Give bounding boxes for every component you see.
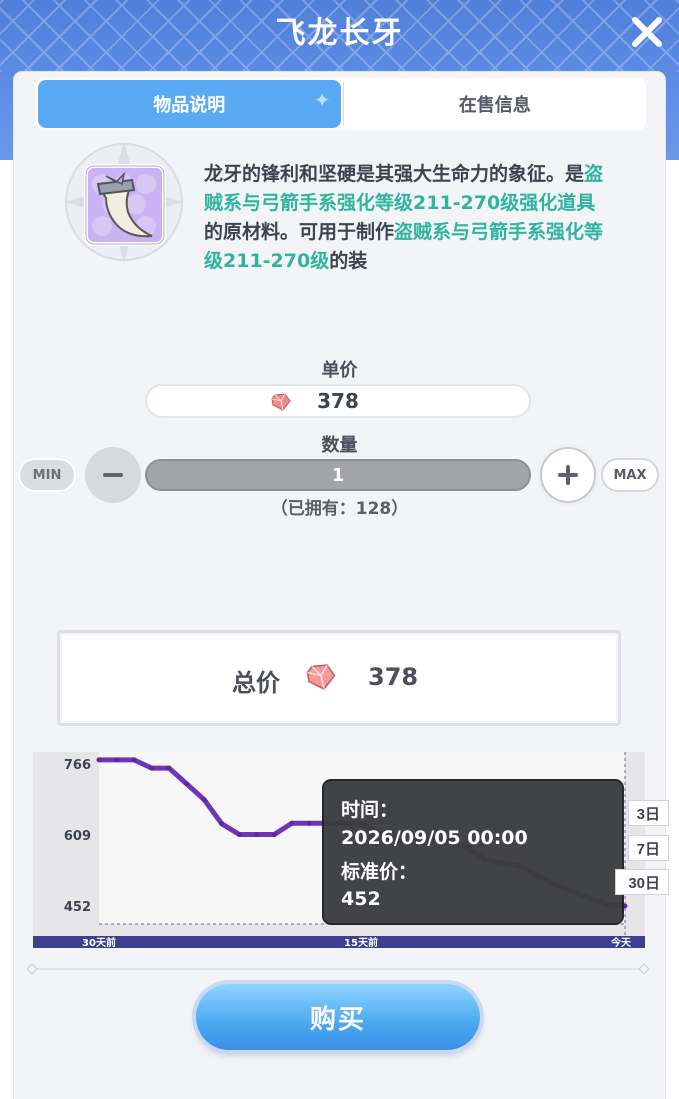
price-point [166,765,172,771]
price-point [201,797,207,803]
quantity-value: 1 [331,464,345,486]
total-price-value: 378 [368,663,419,691]
unit-price-box: 378 [145,384,531,418]
x-tick-label: 今天 [610,936,632,948]
owned-count: （已拥有：128） [270,499,409,519]
tooltip-time-value: 2026/09/05 00:00 [341,827,528,849]
description-text: 的装 [329,250,368,272]
tab-on-sale-info[interactable]: 在售信息 [344,78,647,130]
range-3-days-button[interactable]: 3日 [627,800,669,826]
price-chart-svg: 766 609 452 30天前 15天前 今天 时间： 2026/09/05 00:0… [33,752,645,949]
crystal-icon [306,664,336,690]
tooltip-price-label: 标准价： [341,861,417,883]
range-7-days-button[interactable]: 7日 [627,835,669,861]
divider [26,963,650,975]
max-button[interactable]: MAX [601,458,659,492]
y-tick-label: 609 [64,829,91,844]
min-button[interactable]: MIN [18,458,76,492]
close-icon[interactable] [627,12,667,52]
total-price-label: 总价 [232,669,280,697]
tab-bar: 物品说明 ✦ 在售信息 [36,78,646,130]
tooltip-price-value: 452 [341,888,381,910]
quantity-stepper[interactable]: 1 [145,459,531,491]
price-point [114,757,119,763]
price-point [254,832,260,837]
price-point [219,821,225,827]
item-icon [64,142,184,262]
price-point [96,757,102,763]
price-point [131,757,137,763]
price-point [306,820,312,826]
price-point [236,832,242,837]
tab-label: 在售信息 [458,95,531,116]
item-description: 龙牙的锋利和坚硬是其强大生命力的象征。是盗贼系与弓箭手系强化等级211-270级… [204,160,614,276]
divider-ornament [638,963,650,975]
y-tick-label: 452 [64,900,91,915]
range-30-days-button[interactable]: 30日 [615,869,669,895]
price-point [271,832,277,837]
crystal-icon [271,393,291,411]
minus-icon [103,473,123,477]
unit-price-value: 378 [317,389,359,413]
price-chart: 766 609 452 30天前 15天前 今天 时间： 2026/09/05 00:0… [33,752,669,949]
price-point [289,820,295,826]
y-tick-label: 766 [64,758,91,773]
chart-x-axis-band [33,936,645,948]
unit-price-label: 单价 [321,360,358,381]
item-panel: 物品说明 ✦ 在售信息 龙牙的锋利和坚硬是其强大生命力的象征。是盗贼系与弓箭手系… [14,72,669,1099]
buy-button[interactable]: 购买 [196,984,480,1050]
tab-item-description[interactable]: 物品说明 ✦ [38,80,341,128]
buy-button-label: 购买 [309,1004,366,1035]
sparkle-icon: ✦ [313,88,331,112]
x-tick-label: 30天前 [82,936,116,948]
description-text: 龙牙的锋利和坚硬是其强大生命力的象征。是 [204,163,585,185]
price-point [149,765,155,771]
x-tick-label: 15天前 [344,936,378,948]
plus-icon [558,465,578,485]
price-point [184,781,190,787]
description-text: 的原材料。可用于制作 [204,221,395,243]
tooltip-time-label: 时间： [341,799,398,821]
total-price-box: 总价 378 [57,630,621,726]
tab-label: 物品说明 [153,95,226,116]
chart-tooltip: 时间： 2026/09/05 00:00 标准价： 452 [322,779,624,925]
divider-ornament [26,963,38,975]
window-title: 飞龙长牙 [275,16,404,51]
